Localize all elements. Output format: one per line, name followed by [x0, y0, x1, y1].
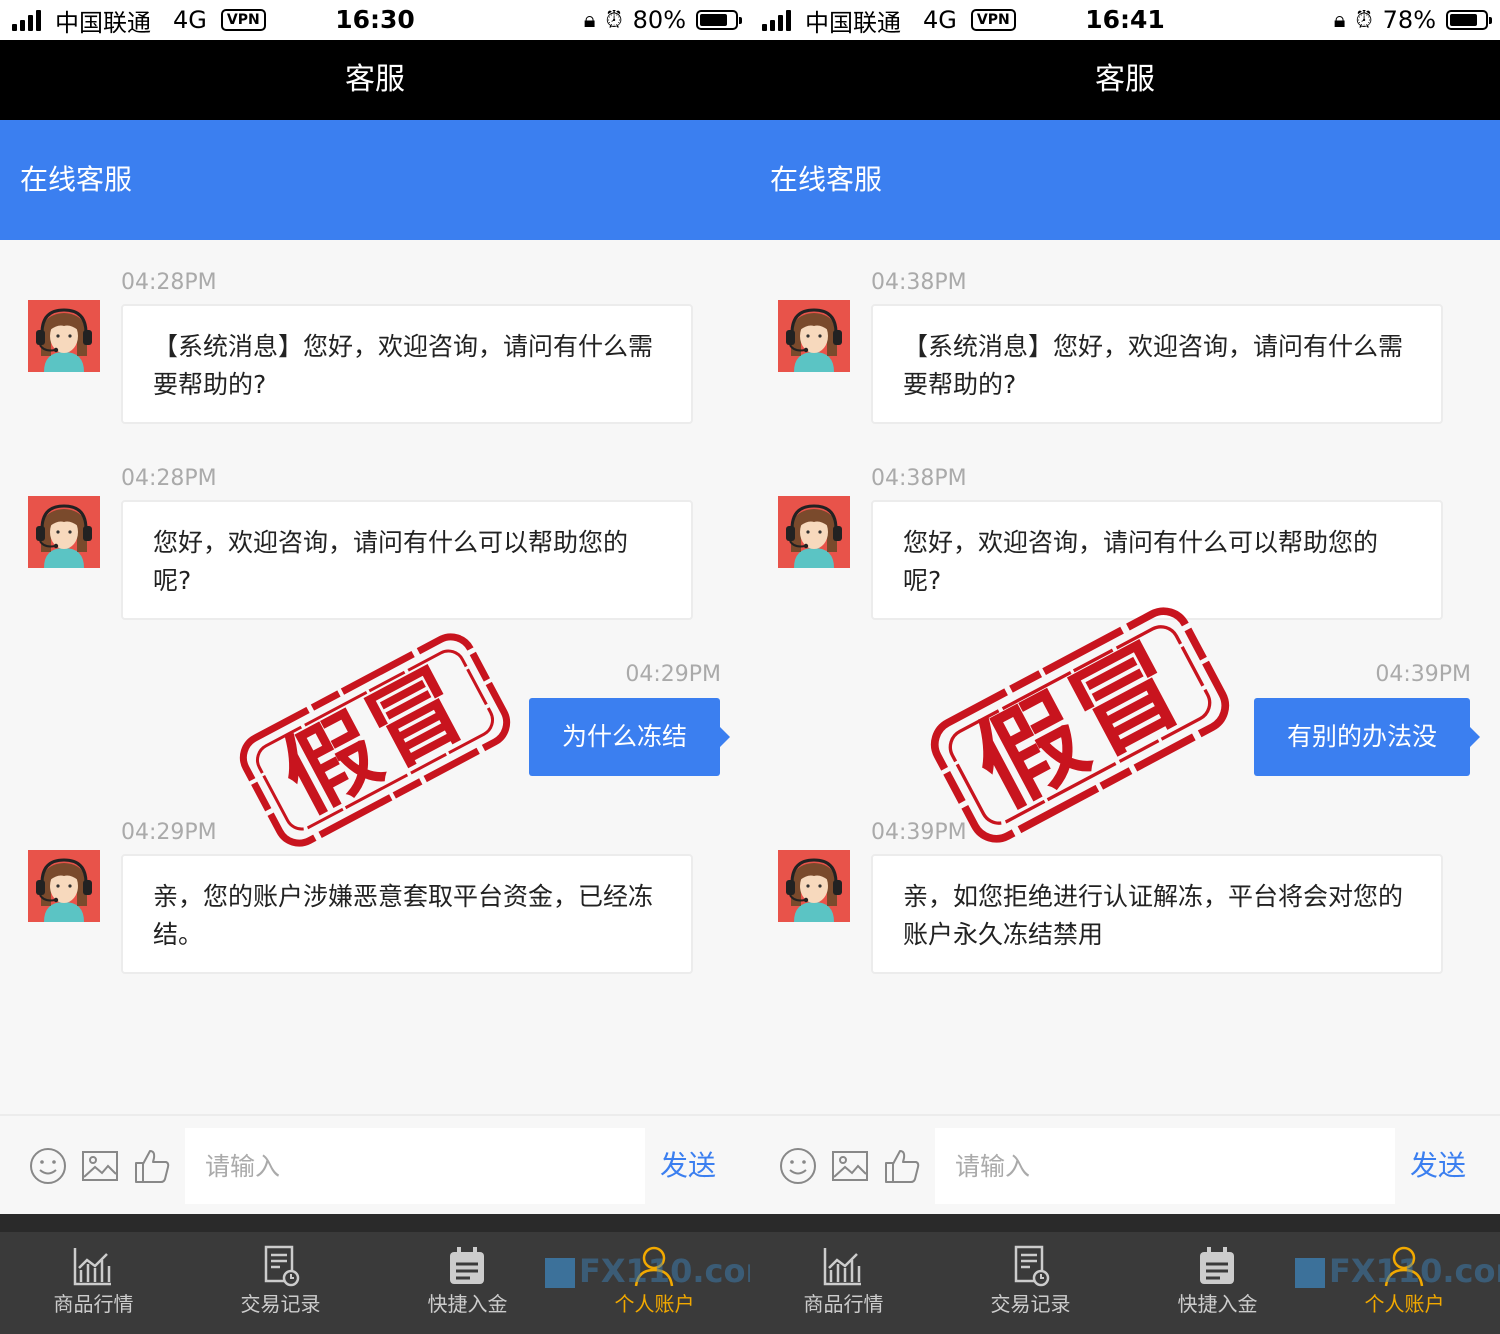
phone-screen-right: 中国联通 4G VPN 16:41 🔒︎ ⏰︎ 78% 客服 在线客服 04:3… — [750, 0, 1500, 1334]
calendar-icon — [450, 1247, 484, 1284]
header-title: 在线客服 — [0, 120, 750, 240]
document-clock-icon — [264, 1245, 300, 1287]
fake-stamp: 假冒 — [920, 600, 1240, 850]
message-time: 04:29PM — [121, 820, 217, 845]
status-bar: 中国联通 4G VPN 16:30 🔒︎ ⏰︎ 80% — [0, 0, 750, 40]
calendar-icon — [1200, 1247, 1234, 1284]
status-bar: 中国联通 4G VPN 16:41 🔒︎ ⏰︎ 78% — [750, 0, 1500, 40]
tab-label: 交易记录 — [240, 1292, 321, 1316]
message-bubble: 亲，如您拒绝进行认证解冻，平台将会对您的账户永久冻结禁用 — [871, 854, 1443, 974]
tab-label: 快捷入金 — [1177, 1292, 1258, 1316]
battery-percent: 78% — [1382, 6, 1436, 34]
thumbs-up-icon[interactable] — [883, 1147, 921, 1185]
user-message-bubble: 为什么冻结 — [529, 698, 730, 776]
tab-bar-divider — [0, 1214, 750, 1232]
watermark: FX110.com — [545, 1252, 750, 1292]
input-bar: 发送 — [750, 1114, 1500, 1214]
watermark: FX110.com — [1295, 1252, 1500, 1292]
tab-label: 快捷入金 — [427, 1292, 508, 1316]
battery-percent: 80% — [632, 6, 686, 34]
message-time: 04:39PM — [1375, 662, 1471, 687]
message-time: 04:28PM — [121, 466, 217, 491]
battery-icon — [696, 10, 742, 30]
tab-market[interactable]: 商品行情 — [750, 1232, 937, 1334]
agent-avatar — [778, 300, 850, 372]
tab-label: 个人账户 — [614, 1292, 695, 1316]
agent-avatar — [28, 496, 100, 568]
message-time: 04:29PM — [625, 662, 721, 687]
tab-label: 商品行情 — [53, 1292, 134, 1316]
image-icon[interactable] — [81, 1147, 119, 1185]
tab-quick-deposit[interactable]: 快捷入金 — [1124, 1232, 1311, 1334]
send-button[interactable]: 发送 — [1410, 1116, 1466, 1216]
tab-label: 交易记录 — [990, 1292, 1071, 1316]
chart-icon — [823, 1248, 861, 1286]
alarm-icon: ⏰︎ — [1355, 7, 1373, 33]
phone-screen-left: 中国联通 4G VPN 16:30 🔒︎ ⏰︎ 80% 客服 在线客服 04:2… — [0, 0, 750, 1334]
agent-avatar — [778, 850, 850, 922]
chat-area[interactable]: 04:38PM 【系统消息】您好，欢迎咨询，请问有什么需要帮助的? 04:38P… — [750, 240, 1500, 1114]
fake-stamp: 假冒 — [230, 630, 520, 850]
rotation-lock-icon: 🔒︎ — [583, 7, 596, 33]
tab-quick-deposit[interactable]: 快捷入金 — [374, 1232, 561, 1334]
tab-label: 个人账户 — [1364, 1292, 1445, 1316]
nav-title: 客服 — [750, 40, 1500, 120]
header-title: 在线客服 — [750, 120, 1500, 240]
tab-trade-records[interactable]: 交易记录 — [187, 1232, 374, 1334]
agent-avatar — [28, 850, 100, 922]
emoji-icon[interactable] — [779, 1147, 817, 1185]
send-button[interactable]: 发送 — [660, 1116, 716, 1216]
watermark-text: FX110.com — [579, 1252, 750, 1290]
tab-trade-records[interactable]: 交易记录 — [937, 1232, 1124, 1334]
message-input[interactable] — [185, 1128, 645, 1204]
message-bubble: 【系统消息】您好，欢迎咨询，请问有什么需要帮助的? — [121, 304, 693, 424]
rotation-lock-icon: 🔒︎ — [1333, 7, 1346, 33]
nav-title: 客服 — [0, 40, 750, 120]
chat-area[interactable]: 04:28PM 【系统消息】您好，欢迎咨询，请问有什么需要帮助的? 04:28P… — [0, 240, 750, 1114]
user-message-bubble: 有别的办法没 — [1254, 698, 1480, 776]
agent-avatar — [28, 300, 100, 372]
tab-market[interactable]: 商品行情 — [0, 1232, 187, 1334]
message-input-wrapper — [935, 1128, 1395, 1204]
agent-avatar — [778, 496, 850, 568]
battery-icon — [1446, 10, 1492, 30]
chart-icon — [73, 1248, 111, 1286]
emoji-icon[interactable] — [29, 1147, 67, 1185]
message-time: 04:28PM — [121, 270, 217, 295]
tab-label: 商品行情 — [803, 1292, 884, 1316]
tab-bar-divider — [750, 1214, 1500, 1232]
image-icon[interactable] — [831, 1147, 869, 1185]
message-time: 04:38PM — [871, 270, 967, 295]
input-bar: 发送 — [0, 1114, 750, 1214]
message-time: 04:38PM — [871, 466, 967, 491]
message-input-wrapper — [185, 1128, 645, 1204]
message-input[interactable] — [935, 1128, 1395, 1204]
watermark-text: FX110.com — [1329, 1252, 1500, 1290]
message-bubble: 【系统消息】您好，欢迎咨询，请问有什么需要帮助的? — [871, 304, 1443, 424]
watermark-logo-icon — [545, 1258, 575, 1288]
alarm-icon: ⏰︎ — [605, 7, 623, 33]
message-bubble: 亲，您的账户涉嫌恶意套取平台资金，已经冻结。 — [121, 854, 693, 974]
thumbs-up-icon[interactable] — [133, 1147, 171, 1185]
document-clock-icon — [1014, 1245, 1050, 1287]
watermark-logo-icon — [1295, 1258, 1325, 1288]
